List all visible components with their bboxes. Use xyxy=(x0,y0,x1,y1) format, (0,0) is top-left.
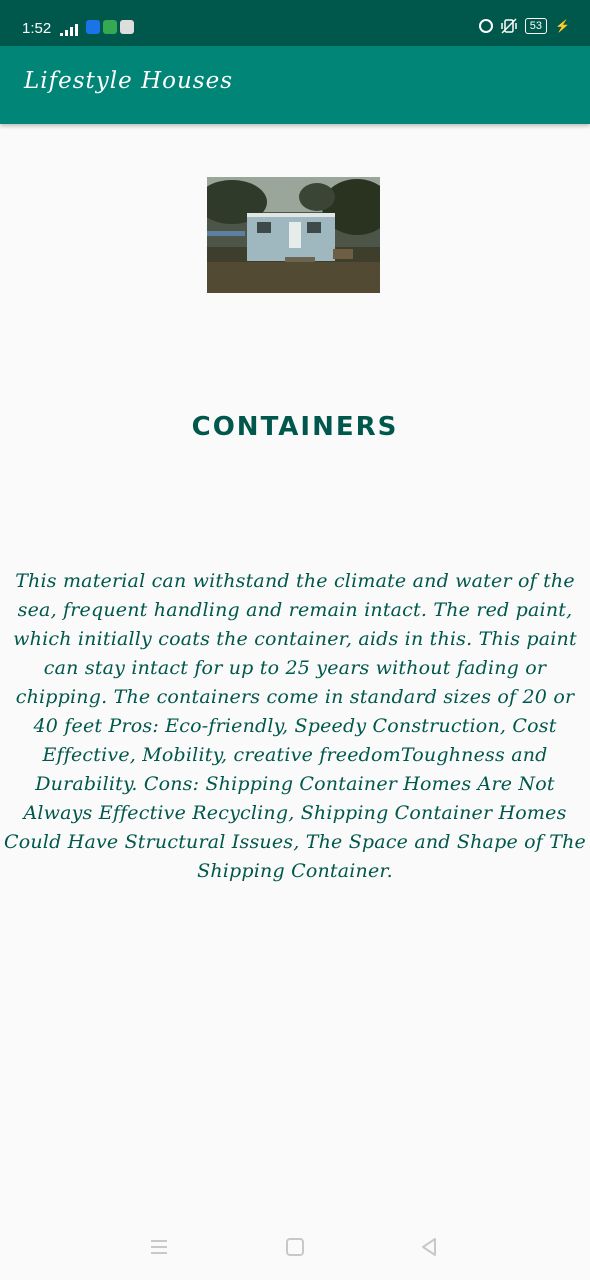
app-notification-icon xyxy=(103,20,117,34)
container-house-photo xyxy=(207,177,380,293)
home-icon[interactable] xyxy=(284,1236,306,1258)
app-notification-icon xyxy=(120,20,134,34)
status-time: 1:52 xyxy=(22,20,52,37)
notification-icons xyxy=(86,20,134,34)
description-text: This material can withstand the climate … xyxy=(3,570,587,882)
menu-icon[interactable] xyxy=(148,1236,170,1258)
charging-icon: ⚡ xyxy=(555,19,570,33)
back-icon[interactable] xyxy=(418,1236,440,1258)
sync-icon xyxy=(478,19,493,33)
battery-icon: 53 xyxy=(524,18,548,34)
vibrate-icon xyxy=(501,18,517,34)
app-title: Lifestyle Houses xyxy=(24,68,234,94)
page-heading: CONTAINERS xyxy=(191,412,399,442)
signal-icon xyxy=(60,24,78,36)
app-bar: Lifestyle Houses xyxy=(0,46,590,124)
app-notification-icon xyxy=(86,20,100,34)
status-bar: 1:52 53 ⚡ xyxy=(0,0,590,46)
status-right: 53 ⚡ xyxy=(478,18,570,34)
navigation-bar xyxy=(0,1214,590,1280)
